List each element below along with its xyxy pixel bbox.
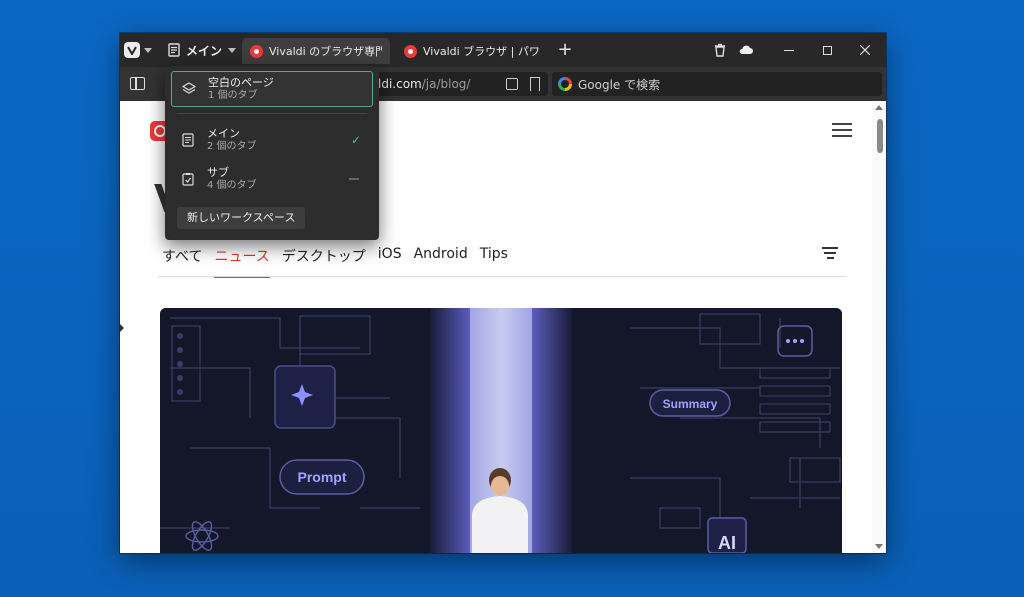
new-tab-button[interactable]: + — [556, 41, 574, 59]
workspace-tab-count: 2 個のタブ — [207, 141, 257, 152]
tab-vivaldi-blog[interactable]: Vivaldi のブラウザ専門ブログ - — [242, 38, 390, 64]
rss-icon[interactable] — [506, 78, 518, 90]
scroll-up-arrow-icon[interactable] — [875, 105, 883, 110]
workspace-name: メイン — [207, 127, 240, 140]
url-domain: ldi.com — [378, 77, 422, 91]
hero-ai-label: AI — [718, 533, 736, 553]
new-workspace-button[interactable]: 新しいワークスペース — [177, 207, 306, 229]
workspace-item-blank[interactable]: 空白のページ 1 個のタブ — [171, 71, 373, 107]
workspace-tab-count: 1 個のタブ — [208, 90, 258, 101]
tab-vivaldi-browser[interactable]: Vivaldi ブラウザ | パワフル、パー — [396, 38, 548, 64]
bookmark-icon[interactable] — [530, 77, 540, 91]
trash-icon[interactable] — [712, 42, 728, 58]
close-button[interactable] — [848, 39, 882, 61]
close-icon — [860, 45, 870, 55]
hero-summary-label: Summary — [663, 397, 718, 411]
workspace-button[interactable]: メイン — [168, 39, 240, 61]
side-panel-handle[interactable] — [120, 324, 124, 332]
maximize-icon — [822, 45, 832, 55]
workspace-button-label: メイン — [186, 43, 223, 58]
search-field[interactable]: Google で検索 — [552, 72, 882, 96]
vivaldi-favicon-icon — [404, 44, 417, 58]
minimize-icon — [784, 49, 794, 51]
vertical-scrollbar[interactable] — [872, 101, 886, 553]
workspace-tab-count: 4 個のタブ — [207, 180, 257, 191]
tab-title: Vivaldi ブラウザ | パワフル、パー — [423, 45, 540, 58]
hamburger-menu-icon[interactable] — [832, 123, 852, 137]
google-icon — [558, 77, 572, 91]
workspace-item-sub[interactable]: サブ 4 個のタブ — [171, 161, 373, 197]
workspace-name: サブ — [207, 166, 229, 179]
url-path: /ja/blog/ — [421, 77, 471, 91]
drag-handle-icon[interactable] — [349, 178, 359, 180]
panel-toggle-icon[interactable] — [130, 77, 145, 90]
cloud-sync-icon[interactable] — [738, 42, 754, 58]
hero-image[interactable]: Prompt Summary AI — [160, 308, 842, 553]
category-tips[interactable]: Tips — [480, 246, 508, 278]
category-news[interactable]: ニュース — [214, 246, 270, 278]
checkmark-icon: ✓ — [350, 133, 361, 147]
chevron-down-icon — [144, 47, 152, 53]
minimize-button[interactable] — [772, 39, 806, 61]
workspace-dropdown: 空白のページ 1 個のタブ メイン 2 個のタブ ✓ サブ 4 個のタブ 新しい… — [165, 66, 379, 240]
title-bar: メイン Vivaldi のブラウザ専門ブログ - Vivaldi ブラウザ | … — [120, 33, 886, 67]
maximize-button[interactable] — [810, 39, 844, 61]
document-icon — [182, 133, 194, 147]
clipboard-check-icon — [182, 173, 194, 186]
layers-icon — [182, 82, 196, 94]
filter-icon[interactable] — [822, 247, 838, 259]
vivaldi-favicon-icon — [250, 44, 263, 58]
document-icon — [168, 43, 180, 57]
workspace-item-main[interactable]: メイン 2 個のタブ ✓ — [171, 122, 373, 158]
category-nav: すべて ニュース デスクトップ iOS Android Tips — [162, 246, 520, 278]
search-placeholder: Google で検索 — [578, 77, 661, 92]
scroll-thumb[interactable] — [877, 119, 883, 153]
scroll-down-arrow-icon[interactable] — [875, 544, 883, 549]
category-android[interactable]: Android — [414, 246, 468, 278]
nav-divider — [158, 276, 846, 277]
menu-divider — [177, 113, 367, 114]
hero-prompt-label: Prompt — [298, 469, 347, 485]
tab-title: Vivaldi のブラウザ専門ブログ - — [269, 45, 382, 58]
category-ios[interactable]: iOS — [378, 246, 402, 278]
category-all[interactable]: すべて — [162, 246, 202, 278]
chevron-down-icon — [228, 47, 237, 53]
category-desktop[interactable]: デスクトップ — [282, 246, 366, 278]
vivaldi-logo-icon — [124, 42, 140, 58]
vivaldi-menu-button[interactable] — [124, 40, 156, 60]
workspace-name: 空白のページ — [208, 76, 274, 89]
